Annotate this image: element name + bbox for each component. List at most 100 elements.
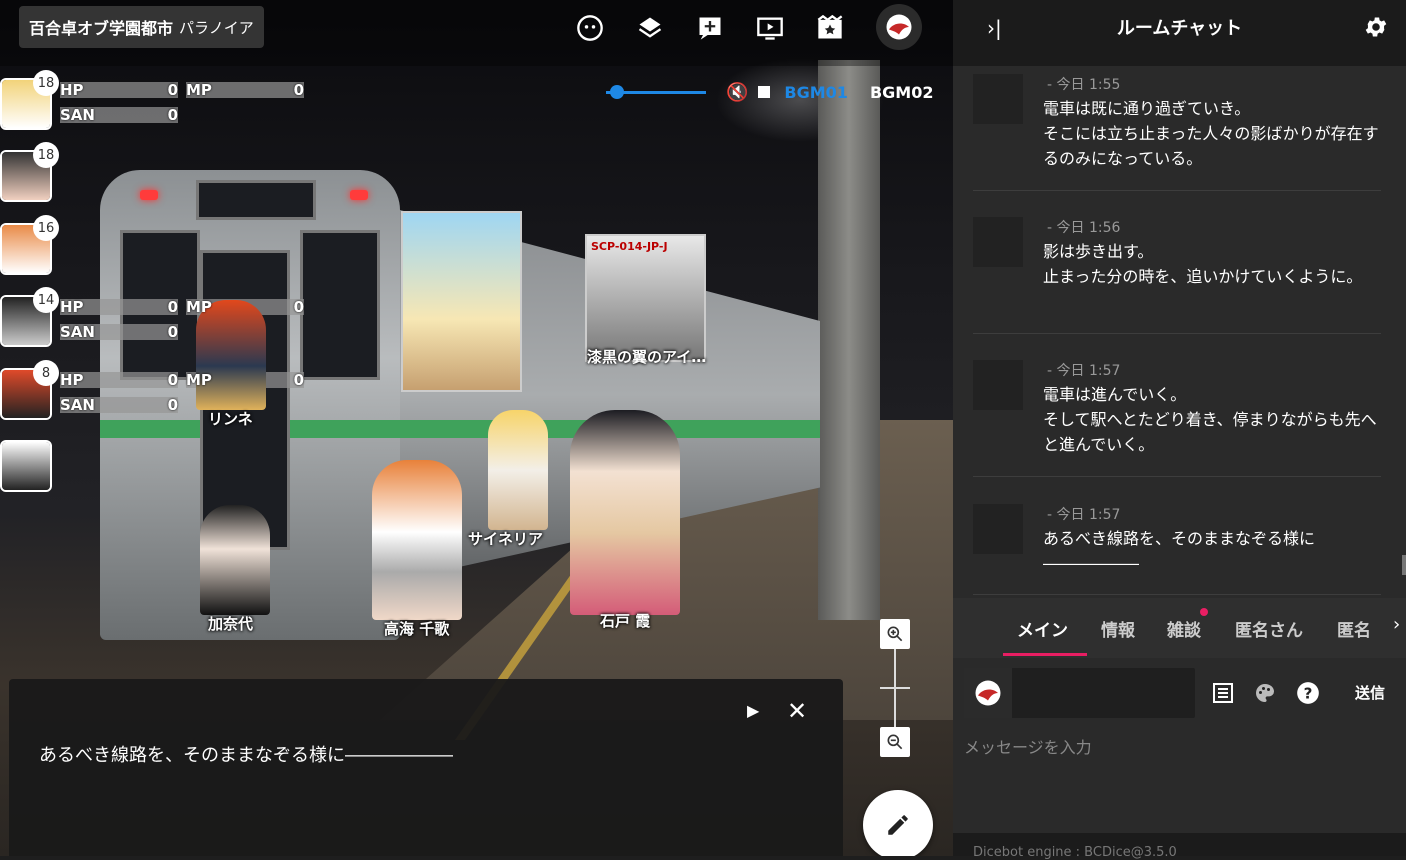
send-button[interactable]: 送信: [1355, 682, 1385, 703]
svg-text:?: ?: [1304, 684, 1313, 702]
chevron-right-icon[interactable]: ›: [1393, 614, 1400, 635]
zoom-out-button[interactable]: [880, 727, 910, 757]
message-body: 影は歩き出す。 止まった分の時を、追いかけていくように。: [1043, 242, 1363, 286]
message-avatar: [973, 217, 1023, 267]
token-name: サイネリア: [468, 530, 544, 548]
tab-info[interactable]: 情報: [1101, 616, 1135, 641]
message-time: - 今日 1:55: [1047, 77, 1121, 93]
character-level-badge: 14: [33, 287, 59, 313]
character-level-badge: 18: [33, 142, 59, 168]
volume-slider[interactable]: [606, 84, 706, 99]
message-avatar: [973, 504, 1023, 554]
gear-icon[interactable]: [1363, 14, 1389, 40]
play-screen-icon[interactable]: [752, 10, 788, 46]
mute-icon[interactable]: 🔇: [726, 82, 748, 103]
character-token[interactable]: [196, 300, 266, 410]
train-light: [140, 190, 158, 200]
chat-message: - 今日 1:55 電車は既に通り過ぎていき。 そこには立ち止まった人々の影ばか…: [973, 74, 1381, 184]
character-token[interactable]: [200, 505, 270, 615]
message-divider: [973, 190, 1381, 191]
add-note-icon[interactable]: [692, 10, 728, 46]
token-name: リンネ: [208, 410, 253, 428]
chat-scrollbar[interactable]: [1402, 555, 1406, 575]
room-title-chip[interactable]: 百合卓オブ学園都市 パラノイア: [19, 6, 264, 48]
picture-card[interactable]: [401, 211, 522, 392]
character-thumb[interactable]: [0, 440, 52, 492]
message-time: - 今日 1:56: [1047, 220, 1121, 236]
help-icon[interactable]: ?: [1295, 680, 1321, 706]
train-window: [196, 180, 316, 220]
tab-chatter[interactable]: 雑談: [1167, 616, 1201, 641]
message-input[interactable]: メッセージを入力: [964, 734, 1092, 758]
sender-select[interactable]: [964, 668, 1195, 718]
san-gauge: SAN 0: [60, 323, 178, 341]
zoom-in-button[interactable]: [880, 619, 910, 649]
message-time: - 今日 1:57: [1047, 507, 1121, 523]
tab-anonymous-san[interactable]: 匿名さん: [1235, 616, 1303, 641]
hp-gauge: HP 0: [60, 298, 178, 316]
user-avatar-icon: [886, 14, 912, 40]
edit-fab[interactable]: [863, 790, 933, 856]
hp-gauge: HP 0: [60, 371, 178, 389]
chat-log[interactable]: - 今日 1:55 電車は既に通り過ぎていき。 そこには立ち止まった人々の影ばか…: [953, 66, 1406, 598]
zoom-slider[interactable]: [880, 649, 910, 727]
message-time: - 今日 1:57: [1047, 363, 1121, 379]
list-icon[interactable]: [1211, 681, 1235, 705]
tab-main[interactable]: メイン: [1017, 616, 1068, 641]
hp-gauge: HP 0: [60, 81, 178, 99]
room-subtitle: パラノイア: [179, 18, 254, 37]
character-level-badge: 16: [33, 215, 59, 241]
chat-input-area: ? 送信 メッセージを入力: [953, 658, 1406, 833]
chat-tabs: メイン 情報 雑談 匿名さん 匿名 ›: [953, 598, 1406, 658]
message-divider: [973, 476, 1381, 477]
message-dialog[interactable]: ▶ ✕ あるべき線路を、そのままなぞる様に――――――: [9, 679, 843, 856]
pencil-icon: [888, 815, 908, 835]
chat-panel: ›| ルームチャット - 今日 1:55 電車は既に通り過ぎていき。 そこには立…: [953, 0, 1406, 860]
zoom-out-icon: [887, 734, 903, 750]
mp-gauge: MP 0: [186, 81, 304, 99]
scene-board[interactable]: 百合卓オブ学園都市 パラノイア 🔇 BGM01 BGM02 18 HP 0 MP 0…: [0, 0, 953, 856]
token-name: 加奈代: [208, 615, 254, 633]
volume-slider-knob[interactable]: [610, 84, 624, 99]
character-token[interactable]: [372, 460, 462, 620]
room-title: 百合卓オブ学園都市: [29, 19, 174, 38]
play-icon[interactable]: ▶: [747, 701, 759, 720]
unread-dot: [1200, 608, 1208, 616]
zoom-in-icon: [887, 626, 903, 642]
message-divider: [973, 594, 1381, 595]
san-gauge: SAN 0: [60, 106, 178, 124]
picture-card[interactable]: SCP-014-JP-J: [585, 234, 706, 362]
bgm-track-1[interactable]: BGM01: [784, 83, 848, 102]
train-light: [350, 190, 368, 200]
token-name: 漆黒の翼のアイ…: [587, 348, 707, 366]
chat-message: - 今日 1:56 影は歩き出す。 止まった分の時を、追いかけていくように。: [973, 217, 1381, 327]
sender-avatar-icon: [975, 680, 1001, 706]
chat-header: ›| ルームチャット: [953, 0, 1406, 66]
token-name: 石戸 霞: [600, 612, 651, 630]
character-level-badge: 18: [33, 70, 59, 96]
chat-message: - 今日 1:57 あるべき線路を、そのままなぞる様に――――――: [973, 504, 1381, 594]
token-name: 高海 千歌: [384, 620, 450, 638]
zoom-control: [880, 619, 912, 757]
user-avatar-button[interactable]: [876, 4, 922, 50]
message-divider: [973, 333, 1381, 334]
zoom-slider-handle[interactable]: [880, 687, 910, 689]
layers-icon[interactable]: [632, 10, 668, 46]
sender-avatar: [964, 668, 1012, 718]
tab-anonymous[interactable]: 匿名: [1337, 616, 1371, 641]
face-icon[interactable]: [572, 10, 608, 46]
message-avatar: [973, 74, 1023, 124]
close-icon[interactable]: ✕: [787, 697, 807, 725]
dicebot-engine-info: Dicebot engine : BCDice@3.5.0: [953, 833, 1406, 860]
character-token[interactable]: [570, 410, 680, 615]
bgm-track-2[interactable]: BGM02: [870, 83, 934, 102]
character-token[interactable]: [488, 410, 548, 530]
stop-icon[interactable]: [758, 86, 771, 98]
effects-icon[interactable]: [812, 10, 848, 46]
message-avatar: [973, 360, 1023, 410]
message-body: 電車は既に通り過ぎていき。 そこには立ち止まった人々の影ばかりが存在するのみにな…: [1043, 99, 1379, 168]
pillar-bg: [818, 60, 880, 620]
bgm-controls: 🔇 BGM01 BGM02: [606, 80, 933, 104]
train-window: [300, 230, 380, 380]
palette-icon[interactable]: [1253, 681, 1277, 705]
